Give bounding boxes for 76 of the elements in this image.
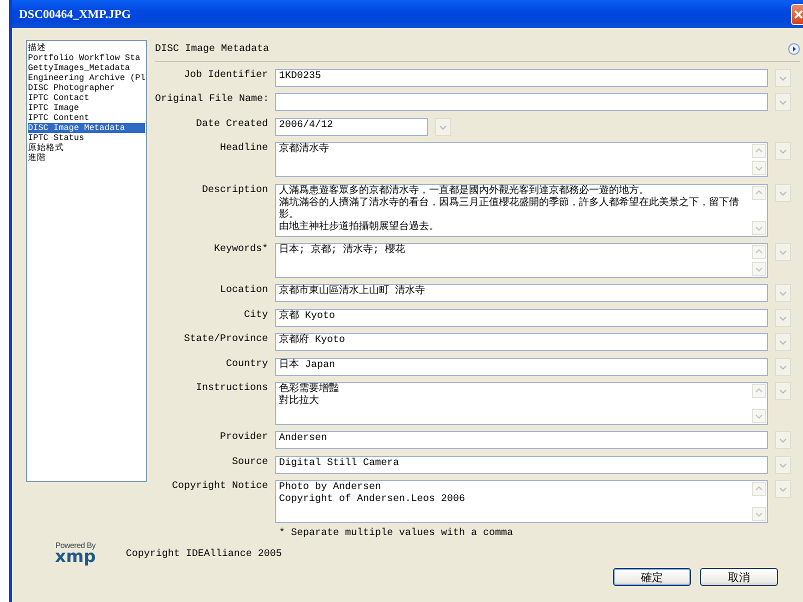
category-item[interactable]: Engineering Archive (Pl [28, 73, 146, 83]
category-item[interactable]: Portfolio Workflow Sta [28, 53, 142, 63]
dialog-button[interactable]: 確定 [613, 568, 691, 586]
field-label: Keywords* [212, 242, 268, 255]
category-item[interactable]: DISC Photographer [28, 83, 116, 93]
close-icon [794, 10, 803, 18]
dialog-button[interactable]: 取消 [700, 568, 778, 586]
input-field[interactable]: Andersen [275, 431, 768, 450]
panel-title: DISC Image Metadata [155, 44, 270, 54]
category-item[interactable]: IPTC Status [28, 133, 86, 143]
field-label: State/Province [182, 333, 268, 346]
dropdown-button[interactable] [775, 308, 791, 327]
dropdown-button[interactable] [775, 382, 791, 400]
category-item[interactable]: 描述 [28, 43, 47, 53]
scroll-up-icon [752, 482, 766, 496]
input-field[interactable]: 京都府 Kyoto [275, 333, 768, 352]
text-area[interactable]: 京都清水寺 [275, 142, 768, 178]
text-area[interactable]: 色彩需要增豔 對比拉大 [275, 382, 768, 425]
dropdown-button[interactable] [775, 69, 791, 87]
scroll-up-icon [752, 244, 766, 259]
dropdown-button[interactable] [775, 242, 791, 261]
text-area[interactable]: Photo by Andersen Copyright of Andersen.Leos 2006 [275, 480, 768, 524]
panel-menu-button[interactable] [788, 43, 800, 55]
scroll-down-icon [752, 161, 766, 176]
input-field[interactable]: 1KD0235 [275, 69, 768, 87]
category-item[interactable]: GettyImages_Metadata [28, 63, 132, 73]
dropdown-button[interactable] [775, 456, 791, 474]
field-label: Original File Name: [155, 93, 268, 106]
category-item[interactable]: DISC Image Metadata [28, 123, 145, 133]
scroll-up-icon [752, 384, 766, 398]
scroll-down-icon [752, 408, 766, 423]
field-label: Instructions [194, 382, 268, 394]
input-field[interactable]: 2006/4/12 [275, 118, 428, 136]
field-label: Copyright Notice [170, 480, 268, 492]
input-field[interactable]: 京都 Kyoto [275, 308, 768, 327]
input-field[interactable]: Digital Still Camera [275, 456, 768, 474]
logo-tagline: Powered By [55, 541, 96, 550]
logo-wordmark: xmp [55, 550, 96, 564]
play-circle-icon [788, 43, 800, 55]
input-field[interactable] [275, 93, 768, 112]
dropdown-button[interactable] [775, 333, 791, 352]
dropdown-button[interactable] [775, 142, 791, 160]
field-label: Source [230, 456, 268, 468]
text-area[interactable]: 人滿爲患遊客眾多的京都清水寺，一直都是國內外觀光客到達京都務必一遊的地方。 滿坑滿谷的人擠滿了清水寺的看台，因爲三月正值櫻花盛開的季節，許多人都希望在此美景之下，留下倩影。 由地主神社步道拍攝朝展望台過去。 [275, 184, 768, 237]
close-button[interactable] [791, 4, 803, 24]
field-label: Description [200, 184, 268, 196]
copyright-text: Copyright IDEAlliance 2005 [126, 549, 282, 560]
field-label: Provider [218, 431, 268, 444]
dropdown-button[interactable] [775, 480, 791, 498]
window-title: DSC00464_XMP.JPG [19, 6, 131, 22]
scroll-up-icon [752, 186, 766, 200]
category-item[interactable]: IPTC Content [28, 113, 90, 123]
category-item[interactable]: IPTC Image [28, 103, 80, 113]
hint-text: * Separate multiple values with a comma [279, 528, 514, 540]
dropdown-button[interactable] [775, 93, 791, 112]
field-label: Headline [218, 142, 268, 154]
input-field[interactable]: 京都市東山區清水上山町 清水寺 [275, 284, 768, 302]
scroll-up-icon [752, 144, 766, 158]
field-label: Job Identifier [182, 69, 268, 81]
input-field[interactable]: 日本 Japan [275, 358, 768, 376]
dropdown-button[interactable] [435, 118, 451, 136]
dropdown-button[interactable] [775, 431, 791, 450]
field-label: Location [218, 284, 268, 296]
text-area[interactable]: 日本; 京都; 清水寺; 櫻花 [275, 242, 768, 278]
dropdown-button[interactable] [775, 358, 791, 376]
field-label: Date Created [194, 118, 268, 130]
scroll-down-icon [752, 220, 766, 235]
category-item[interactable]: IPTC Contact [28, 93, 90, 103]
field-label: Country [224, 358, 268, 370]
dropdown-button[interactable] [775, 184, 791, 202]
category-item[interactable]: 進階 [28, 153, 47, 163]
scroll-down-icon [752, 262, 766, 276]
dropdown-button[interactable] [775, 284, 791, 302]
scroll-down-icon [752, 507, 766, 522]
field-label: City [242, 308, 268, 321]
category-item[interactable]: 原始格式 [28, 143, 65, 153]
